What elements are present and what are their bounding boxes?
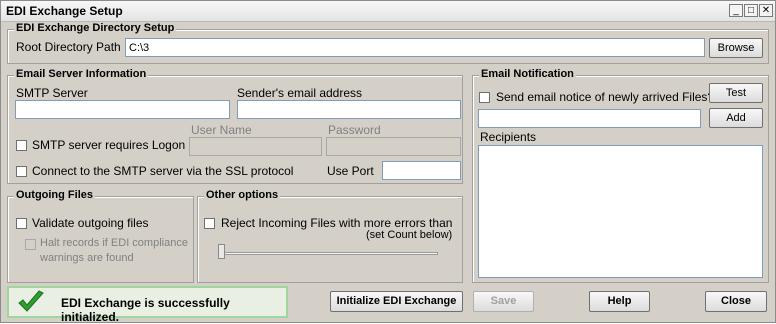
ssl-checkbox[interactable]	[16, 166, 27, 177]
recipients-label: Recipients	[480, 130, 537, 144]
close-button[interactable]: Close	[705, 291, 767, 312]
status-message: EDI Exchange is successfully initialized…	[61, 296, 230, 324]
browse-button[interactable]: Browse	[709, 38, 763, 58]
new-recipient-input[interactable]	[478, 109, 701, 128]
close-window-button[interactable]: ✕	[759, 4, 773, 17]
root-directory-label: Root Directory Path	[16, 40, 121, 54]
reject-incoming-label: Reject Incoming Files with more errors t…	[221, 216, 453, 230]
help-button[interactable]: Help	[589, 291, 650, 312]
recipients-list[interactable]	[478, 145, 763, 278]
smtp-server-label: SMTP Server	[16, 86, 88, 100]
set-count-label: (set Count below)	[366, 229, 453, 241]
smtp-logon-checkbox[interactable]	[16, 140, 27, 151]
outgoing-files-legend: Outgoing Files	[14, 189, 95, 201]
use-port-label: Use Port	[327, 164, 374, 178]
halt-records-label-line1: Halt records if EDI compliance	[40, 237, 188, 249]
directory-setup-legend: EDI Exchange Directory Setup	[14, 22, 177, 34]
sender-email-label: Sender's email address	[237, 86, 363, 100]
window-title: EDI Exchange Setup	[6, 4, 123, 18]
title-bar: EDI Exchange Setup _ □ ✕	[1, 1, 775, 22]
root-directory-input[interactable]	[125, 38, 705, 57]
edi-exchange-setup-window: EDI Exchange Setup _ □ ✕ EDI Exchange Di…	[0, 0, 776, 324]
error-count-slider-thumb[interactable]	[218, 244, 225, 259]
save-button[interactable]: Save	[473, 291, 534, 312]
email-notification-legend: Email Notification	[479, 68, 576, 80]
email-server-legend: Email Server Information	[14, 68, 149, 80]
username-input[interactable]	[189, 137, 322, 156]
error-count-slider-track	[220, 252, 438, 255]
password-input[interactable]	[326, 137, 461, 156]
smtp-server-input[interactable]	[15, 100, 230, 119]
send-notice-label: Send email notice of newly arrived Files…	[496, 90, 715, 104]
ssl-label: Connect to the SMTP server via the SSL p…	[32, 164, 294, 178]
status-panel: EDI Exchange is successfully initialized…	[7, 286, 288, 324]
validate-outgoing-checkbox[interactable]	[16, 218, 27, 229]
maximize-button[interactable]: □	[744, 4, 758, 17]
halt-records-label-line2: warnings are found	[40, 252, 134, 264]
port-input[interactable]	[382, 161, 461, 180]
halt-records-checkbox[interactable]	[25, 239, 36, 250]
send-notice-checkbox[interactable]	[479, 92, 490, 103]
other-options-legend: Other options	[204, 189, 281, 201]
minimize-button[interactable]: _	[729, 4, 743, 17]
password-label: Password	[328, 123, 381, 137]
sender-email-input[interactable]	[237, 100, 461, 119]
checkmark-icon	[18, 290, 44, 312]
add-button[interactable]: Add	[709, 108, 763, 128]
reject-incoming-checkbox[interactable]	[204, 218, 215, 229]
validate-outgoing-label: Validate outgoing files	[32, 216, 149, 230]
username-label: User Name	[191, 123, 252, 137]
smtp-logon-label: SMTP server requires Logon	[32, 138, 186, 152]
test-button[interactable]: Test	[709, 83, 763, 103]
initialize-edi-exchange-button[interactable]: Initialize EDI Exchange	[330, 291, 463, 312]
